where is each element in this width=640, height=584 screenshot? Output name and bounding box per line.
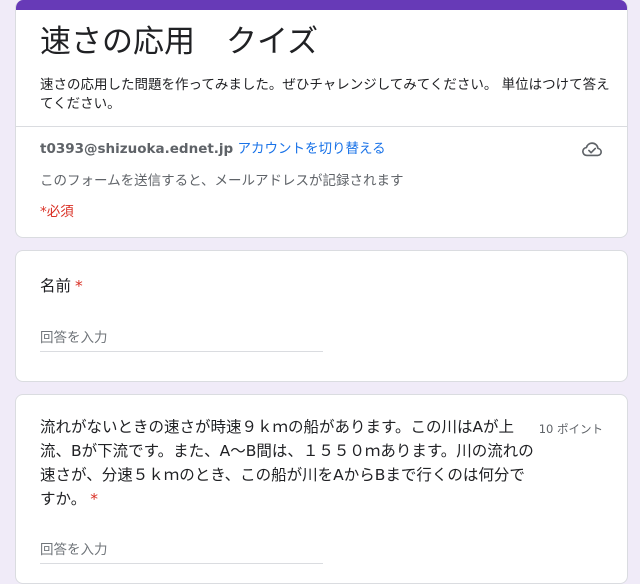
accent-bar	[16, 0, 627, 10]
required-notice: *必須	[40, 204, 74, 220]
required-asterisk: *	[75, 277, 83, 295]
question-card-name: 名前 *	[15, 250, 628, 382]
question-title-text: 名前	[40, 277, 72, 295]
question-title-text: 流れがないときの速さが時速９ｋｍの船があります。この川はAが上流、Bが下流です。…	[40, 418, 534, 508]
question-card-boat: 流れがないときの速さが時速９ｋｍの船があります。この川はAが上流、Bが下流です。…	[15, 394, 628, 584]
cloud-saved-icon[interactable]	[581, 138, 603, 160]
form-header-card: 速さの応用 クイズ 速さの応用した問題を作ってみました。ぜひチャレンジしてみてく…	[15, 0, 628, 238]
form-title: 速さの応用 クイズ	[40, 24, 319, 60]
account-row: t0393@shizuoka.ednet.jp アカウントを切り替える	[40, 140, 386, 158]
question-title: 流れがないときの速さが時速９ｋｍの船があります。この川はAが上流、Bが下流です。…	[40, 415, 540, 511]
required-asterisk: *	[90, 490, 98, 508]
switch-account-link[interactable]: アカウントを切り替える	[238, 141, 386, 157]
email-recorded-notice: このフォームを送信すると、メールアドレスが記録されます	[40, 173, 404, 189]
question-title: 名前 *	[40, 275, 83, 297]
header-divider	[16, 126, 627, 127]
form-description: 速さの応用した問題を作ってみました。ぜひチャレンジしてみてください。 単位はつけ…	[40, 77, 610, 112]
boat-answer-input[interactable]	[40, 537, 323, 564]
question-points: 10 ポイント	[538, 422, 603, 436]
account-email: t0393@shizuoka.ednet.jp	[40, 141, 234, 157]
name-answer-input[interactable]	[40, 325, 323, 352]
